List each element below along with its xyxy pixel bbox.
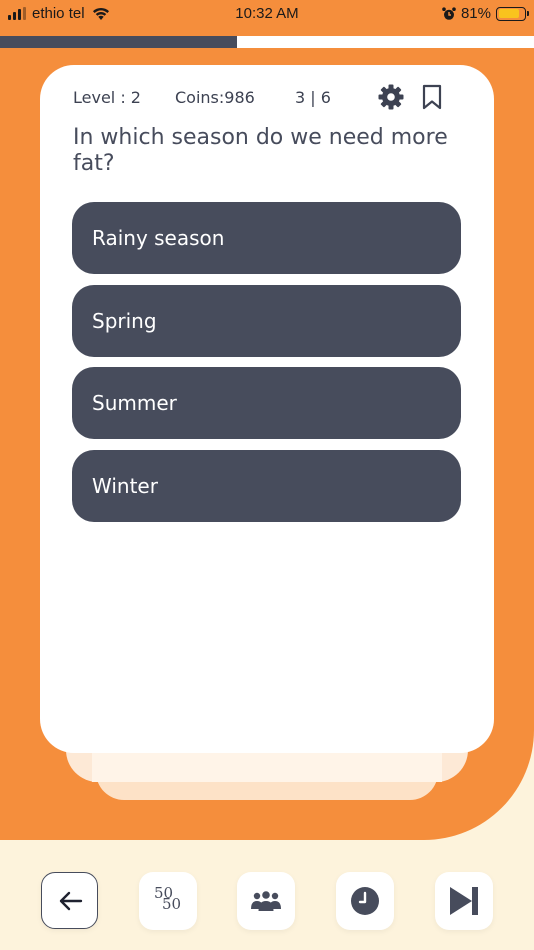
- answer-option-1[interactable]: Rainy season: [72, 202, 461, 274]
- battery-icon: [496, 6, 529, 21]
- skip-button[interactable]: [435, 872, 493, 930]
- battery-fill: [498, 9, 519, 18]
- bottom-toolbar: 50 50: [0, 840, 534, 950]
- status-right: 81%: [442, 5, 529, 22]
- level-label: Level : 2: [73, 87, 141, 107]
- fifty-fifty-bottom: 50: [162, 895, 182, 913]
- quiz-progress-fill: [0, 36, 238, 48]
- question-counter: 3 | 6: [295, 87, 331, 107]
- quiz-progress-bar: [0, 36, 534, 48]
- audience-button[interactable]: [237, 872, 295, 930]
- battery-percent: 81%: [460, 5, 491, 22]
- status-bar: ethio tel 10:32 AM 81%: [0, 0, 534, 36]
- answer-option-4[interactable]: Winter: [72, 450, 461, 522]
- skip-icon: [450, 887, 478, 915]
- answer-option-2[interactable]: Spring: [72, 285, 461, 357]
- answer-option-label: Summer: [92, 391, 177, 415]
- audience-icon: [251, 891, 281, 911]
- clock-icon: [351, 887, 379, 915]
- fifty-fifty-button[interactable]: 50 50: [139, 872, 197, 930]
- arrow-left-icon: [59, 891, 82, 910]
- timer-button[interactable]: [336, 872, 394, 930]
- alarm-icon: [442, 6, 456, 20]
- fifty-fifty-icon: 50 50: [153, 884, 183, 916]
- answer-option-label: Rainy season: [92, 226, 225, 250]
- answer-option-3[interactable]: Summer: [72, 367, 461, 439]
- bookmark-icon[interactable]: [421, 84, 443, 110]
- answer-option-label: Winter: [92, 474, 158, 498]
- card-header: Level : 2 Coins:986 3 | 6: [73, 83, 453, 111]
- back-button[interactable]: [41, 872, 98, 929]
- question-card: Level : 2 Coins:986 3 | 6 In which seaso…: [40, 65, 494, 753]
- gear-icon[interactable]: [377, 83, 405, 111]
- coins-label: Coins:986: [175, 87, 255, 107]
- answer-option-label: Spring: [92, 309, 157, 333]
- question-text: In which season do we need more fat?: [73, 125, 448, 176]
